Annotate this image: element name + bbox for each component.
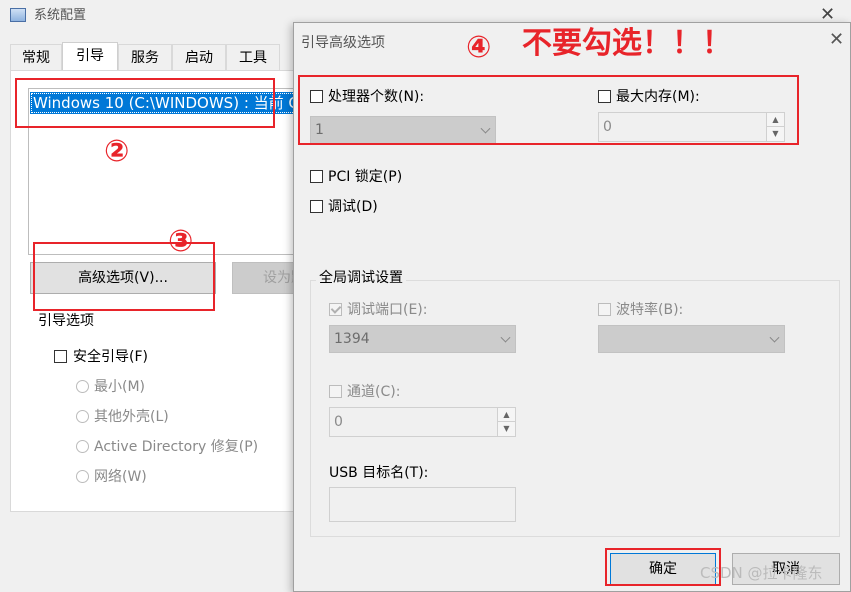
- radio-button[interactable]: [76, 439, 89, 453]
- safe-boot-checkbox[interactable]: [54, 349, 67, 363]
- dialog-title: 引导高级选项: [301, 35, 385, 51]
- debug-port-label: 调试端口(E):: [347, 302, 428, 318]
- safe-boot-option[interactable]: 安全引导(F): [54, 346, 148, 366]
- checkmark-icon: [330, 302, 342, 314]
- boot-options-label: 引导选项: [38, 313, 94, 329]
- annotation-box-boot-entry: [15, 78, 275, 128]
- radio-button[interactable]: [76, 469, 89, 483]
- debug-port-option[interactable]: 调试端口(E):: [329, 299, 428, 319]
- pci-lock-checkbox[interactable]: [310, 169, 323, 183]
- annotation-warning: 不要勾选！！！: [522, 26, 732, 61]
- radio-label: 最小(M): [94, 379, 146, 395]
- radio-label: 网络(W): [94, 469, 147, 485]
- window-title: 系统配置: [34, 8, 87, 23]
- baud-rate-label: 波特率(B):: [616, 302, 684, 318]
- safe-boot-label: 安全引导(F): [73, 349, 148, 365]
- channel-value: 0: [334, 414, 343, 430]
- pci-lock-option[interactable]: PCI 锁定(P): [310, 166, 402, 186]
- debug-port-select[interactable]: 1394: [329, 325, 516, 353]
- spin-down-icon[interactable]: ▼: [497, 422, 515, 436]
- radio-label: Active Directory 修复(P): [94, 439, 259, 455]
- channel-stepper[interactable]: 0 ▲ ▼: [329, 407, 516, 437]
- channel-checkbox[interactable]: [329, 384, 342, 398]
- annotation-step-3: ③: [168, 224, 194, 259]
- debug-label: 调试(D): [328, 199, 378, 215]
- close-icon[interactable]: ✕: [829, 31, 844, 49]
- baud-rate-checkbox[interactable]: [598, 302, 611, 316]
- safe-boot-alternate-shell[interactable]: 其他外壳(L): [76, 406, 169, 426]
- radio-label: 其他外壳(L): [94, 409, 169, 425]
- tab-tools[interactable]: 工具: [226, 44, 280, 70]
- annotation-step-2: ②: [104, 134, 130, 169]
- annotation-box-processors-memory: [298, 75, 799, 145]
- chevron-down-icon: [500, 332, 511, 343]
- debug-port-value: 1394: [334, 331, 370, 347]
- debug-checkbox[interactable]: [310, 199, 323, 213]
- annotation-step-4: ④: [466, 30, 492, 65]
- safe-boot-ad-repair[interactable]: Active Directory 修复(P): [76, 436, 258, 456]
- app-icon: [10, 8, 26, 22]
- channel-option[interactable]: 通道(C):: [329, 381, 400, 401]
- set-default-button[interactable]: 设为默认值: [232, 262, 300, 294]
- tab-general[interactable]: 常规: [10, 44, 62, 70]
- safe-boot-minimal[interactable]: 最小(M): [76, 376, 145, 396]
- baud-rate-option[interactable]: 波特率(B):: [598, 299, 683, 319]
- tab-startup[interactable]: 启动: [172, 44, 226, 70]
- radio-button[interactable]: [76, 409, 89, 423]
- chevron-down-icon: [769, 332, 780, 343]
- safe-boot-network[interactable]: 网络(W): [76, 466, 147, 486]
- watermark: CSDN @拉卡隆东: [700, 564, 823, 582]
- spin-up-icon[interactable]: ▲: [497, 408, 515, 422]
- pci-lock-label: PCI 锁定(P): [328, 169, 403, 185]
- tab-services[interactable]: 服务: [118, 44, 172, 70]
- channel-label: 通道(C):: [347, 384, 401, 400]
- debug-port-checkbox[interactable]: [329, 302, 342, 316]
- baud-rate-select[interactable]: [598, 325, 785, 353]
- tab-boot[interactable]: 引导: [62, 42, 118, 72]
- global-debug-label: 全局调试设置: [316, 267, 406, 287]
- debug-option[interactable]: 调试(D): [310, 196, 378, 216]
- radio-button[interactable]: [76, 379, 89, 393]
- usb-target-input[interactable]: [329, 487, 516, 522]
- usb-target-label: USB 目标名(T):: [329, 465, 429, 481]
